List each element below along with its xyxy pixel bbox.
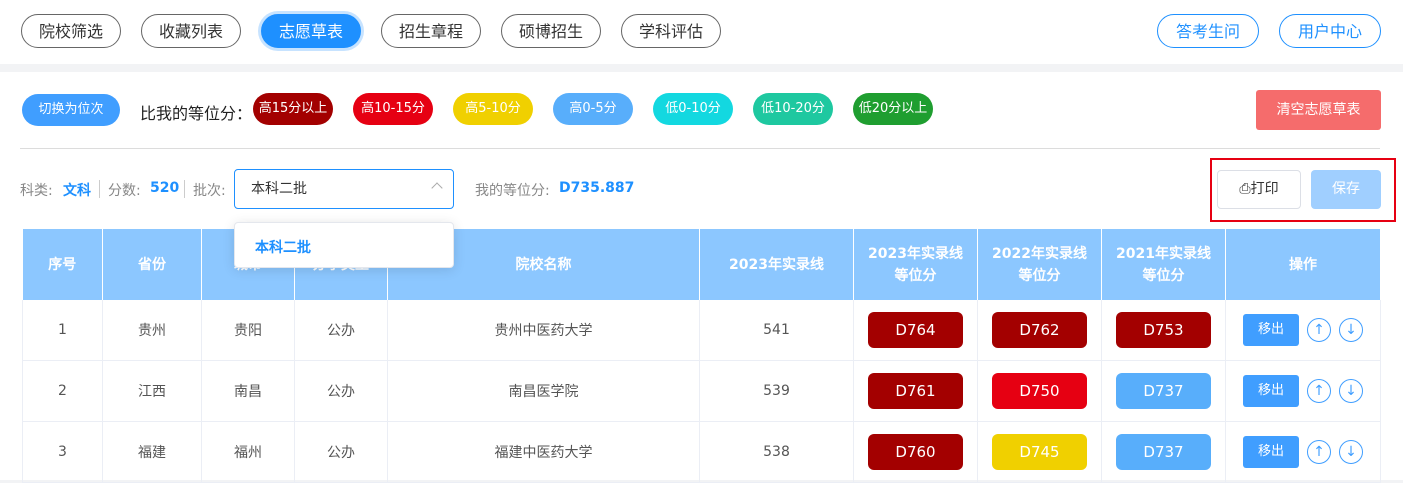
cell-equiv-2022: D762 <box>977 300 1102 361</box>
save-button[interactable]: 保存 <box>1311 170 1381 209</box>
cell-school: 福建中医药大学 <box>387 421 700 483</box>
arrow-up-icon[interactable]: ↑ <box>1307 440 1331 464</box>
cell-school: 南昌医学院 <box>387 360 700 422</box>
table-row: 2 江西 南昌 公办 南昌医学院 539 D761 D750 D737 移出 ↑ ↓ <box>22 360 1381 422</box>
equiv-badge: D761 <box>868 373 963 409</box>
cell-equiv-2023: D761 <box>853 360 978 422</box>
separator <box>99 180 100 198</box>
equiv-badge: D745 <box>992 434 1087 470</box>
header-equiv-2022: 2022年实录线 等位分 <box>977 229 1102 300</box>
header-actions: 操作 <box>1225 229 1381 300</box>
remove-button[interactable]: 移出 <box>1243 375 1299 407</box>
cell-province: 贵州 <box>102 300 202 361</box>
table-row: 1 贵州 贵阳 公办 贵州中医药大学 541 D764 D762 D753 移出… <box>22 300 1381 361</box>
main-panel: 切换为位次 比我的等位分： 高15分以上 高10-15分 高5-10分 高0-5… <box>0 72 1403 483</box>
batch-select[interactable]: 本科二批 <box>234 169 454 209</box>
cell-city: 福州 <box>201 421 295 483</box>
nav-draft-table[interactable]: 志愿草表 <box>261 14 361 48</box>
chip-low-0-10[interactable]: 低0-10分 <box>653 93 733 125</box>
equiv-badge: D737 <box>1116 373 1211 409</box>
equiv-score-label: 我的等位分: <box>475 183 550 199</box>
subject-value: 文科 <box>63 183 91 199</box>
cell-equiv-2022: D745 <box>977 421 1102 483</box>
arrow-down-icon[interactable]: ↓ <box>1339 318 1363 342</box>
nav-admission-rules[interactable]: 招生章程 <box>381 14 481 48</box>
equiv-badge: D753 <box>1116 312 1211 348</box>
batch-option[interactable]: 本科二批 <box>255 237 311 257</box>
nav-qa[interactable]: 答考生问 <box>1157 14 1259 48</box>
cell-equiv-2021: D753 <box>1101 300 1226 361</box>
cell-equiv-2023: D764 <box>853 300 978 361</box>
arrow-up-icon[interactable]: ↑ <box>1307 379 1331 403</box>
print-label: 打印 <box>1250 181 1279 197</box>
cell-province: 江西 <box>102 360 202 422</box>
subject-label: 科类: <box>20 183 53 199</box>
batch-dropdown: 本科二批 <box>234 222 454 268</box>
table-header: 序号 省份 城市 办学类型 院校名称 2023年实录线 2023年实录线 等位分… <box>22 229 1381 300</box>
draft-table: 序号 省份 城市 办学类型 院校名称 2023年实录线 2023年实录线 等位分… <box>22 229 1381 483</box>
equiv-badge: D750 <box>992 373 1087 409</box>
header-equiv-2021: 2021年实录线 等位分 <box>1101 229 1226 300</box>
toggle-rank-button[interactable]: 切换为位次 <box>22 94 120 126</box>
chip-high-5-10[interactable]: 高5-10分 <box>453 93 533 125</box>
header-line-2023: 2023年实录线 <box>699 229 854 300</box>
header-equiv-2023: 2023年实录线 等位分 <box>853 229 978 300</box>
header-no: 序号 <box>22 229 103 300</box>
top-nav: 院校筛选 收藏列表 志愿草表 招生章程 硕博招生 学科评估 答考生问 用户中心 <box>0 0 1403 64</box>
cell-type: 公办 <box>294 360 388 422</box>
chip-low-20[interactable]: 低20分以上 <box>853 93 933 125</box>
cell-actions: 移出 ↑ ↓ <box>1225 360 1381 422</box>
cell-province: 福建 <box>102 421 202 483</box>
cell-actions: 移出 ↑ ↓ <box>1225 421 1381 483</box>
chip-high-0-5[interactable]: 高0-5分 <box>553 93 633 125</box>
chip-low-10-20[interactable]: 低10-20分 <box>753 93 833 125</box>
cell-city: 贵阳 <box>201 300 295 361</box>
nav-favorites[interactable]: 收藏列表 <box>141 14 241 48</box>
cell-actions: 移出 ↑ ↓ <box>1225 300 1381 361</box>
cell-line-2023: 538 <box>699 421 854 483</box>
cell-no: 2 <box>22 360 103 422</box>
arrow-down-icon[interactable]: ↓ <box>1339 379 1363 403</box>
batch-selected-value: 本科二批 <box>251 181 307 197</box>
remove-button[interactable]: 移出 <box>1243 314 1299 346</box>
batch-label: 批次: <box>193 183 226 199</box>
equiv-badge: D762 <box>992 312 1087 348</box>
print-button[interactable]: ⎙打印 <box>1217 170 1301 209</box>
cell-equiv-2022: D750 <box>977 360 1102 422</box>
cell-type: 公办 <box>294 300 388 361</box>
equiv-badge: D760 <box>868 434 963 470</box>
remove-button[interactable]: 移出 <box>1243 436 1299 468</box>
nav-discipline-eval[interactable]: 学科评估 <box>621 14 721 48</box>
cell-equiv-2021: D737 <box>1101 360 1226 422</box>
cell-type: 公办 <box>294 421 388 483</box>
printer-icon: ⎙ <box>1239 181 1251 197</box>
cell-line-2023: 539 <box>699 360 854 422</box>
nav-user-center[interactable]: 用户中心 <box>1279 14 1381 48</box>
table-row: 3 福建 福州 公办 福建中医药大学 538 D760 D745 D737 移出… <box>22 421 1381 483</box>
nav-grad-admission[interactable]: 硕博招生 <box>501 14 601 48</box>
equiv-badge: D737 <box>1116 434 1211 470</box>
cell-school: 贵州中医药大学 <box>387 300 700 361</box>
compare-label: 比我的等位分： <box>140 104 253 123</box>
cell-no: 1 <box>22 300 103 361</box>
chevron-up-icon <box>431 182 443 194</box>
chip-high-10-15[interactable]: 高10-15分 <box>353 93 433 125</box>
equiv-score-value: D735.887 <box>559 180 635 196</box>
divider <box>20 148 1380 149</box>
cell-equiv-2023: D760 <box>853 421 978 483</box>
separator <box>184 180 185 198</box>
score-label: 分数: <box>108 183 141 199</box>
equiv-badge: D764 <box>868 312 963 348</box>
score-value: 520 <box>150 180 180 196</box>
cell-no: 3 <box>22 421 103 483</box>
header-province: 省份 <box>102 229 202 300</box>
arrow-down-icon[interactable]: ↓ <box>1339 440 1363 464</box>
chip-high-15[interactable]: 高15分以上 <box>253 93 333 125</box>
cell-city: 南昌 <box>201 360 295 422</box>
cell-line-2023: 541 <box>699 300 854 361</box>
arrow-up-icon[interactable]: ↑ <box>1307 318 1331 342</box>
cell-equiv-2021: D737 <box>1101 421 1226 483</box>
nav-school-filter[interactable]: 院校筛选 <box>21 14 121 48</box>
clear-draft-button[interactable]: 清空志愿草表 <box>1256 90 1381 130</box>
